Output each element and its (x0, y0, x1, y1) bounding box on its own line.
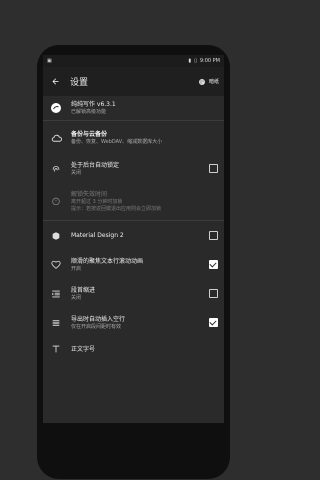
settings-item-title: 顺滑的聚焦文本行滚动动画 (71, 257, 144, 265)
material-icon (49, 229, 63, 243)
status-time: 9:00 PM (199, 58, 220, 64)
palette-icon (198, 78, 205, 85)
phone-bottom-bezel (58, 438, 209, 468)
settings-item-hint: 提示：若按返回键退出应用则会立即加锁 (71, 205, 162, 212)
settings-item-version[interactable]: 纯纯写作 v6.3.1 已解锁高级功能 (43, 96, 224, 120)
settings-item-subtitle: 已解锁高级功能 (71, 109, 107, 115)
settings-item-title: 纯纯写作 v6.3.1 (71, 101, 116, 108)
list-icon (49, 316, 63, 330)
page-title: 设置 (70, 78, 89, 88)
settings-item-export-blank-lines[interactable]: 导出时自动插入空行 仅在开启段间距时有效 (43, 308, 224, 337)
settings-item-material-design[interactable]: Material Design 2 (43, 221, 224, 250)
indent-icon (49, 287, 63, 301)
theme-label: 暗纸 (208, 79, 219, 85)
timer-icon (49, 194, 63, 208)
signal-icon: ▮ (188, 58, 192, 64)
settings-item-auto-lock[interactable]: 处于后台自动锁定 关闭 (43, 155, 224, 182)
heart-icon (49, 258, 63, 272)
settings-item-subtitle: 关闭 (71, 294, 82, 301)
battery-icon: ▯ (194, 58, 197, 64)
image-icon: ▣ (47, 58, 52, 64)
status-bar: ▣ ▮ ▯ 9:00 PM (43, 55, 224, 67)
settings-item-font-size[interactable]: 正文字号 (43, 337, 224, 361)
settings-item-title: 导出时自动插入空行 (71, 315, 126, 323)
settings-item-title: 备份与云备份 (71, 131, 108, 138)
text-size-icon (49, 342, 63, 356)
app-screen: ▣ ▮ ▯ 9:00 PM 设置 暗纸 纯纯写作 v6.3.1 已解锁高级功能 (43, 55, 224, 423)
theme-toggle[interactable]: 暗纸 (198, 78, 219, 86)
settings-item-subtitle: 备份、恢复、WebDAV、缩减数据库大小 (71, 139, 163, 145)
settings-item-backup[interactable]: 备份与云备份 备份、恢复、WebDAV、缩减数据库大小 (43, 121, 224, 155)
settings-item-indent[interactable]: 段首缩进 关闭 (43, 279, 224, 308)
settings-item-title: 处于后台自动锁定 (71, 161, 120, 169)
settings-item-subtitle: 仅在开启段间距时有效 (71, 323, 122, 330)
material-design-checkbox[interactable] (209, 231, 218, 240)
settings-item-title: 段首缩进 (71, 286, 96, 294)
smooth-scroll-checkbox[interactable] (209, 260, 218, 269)
app-logo-icon (49, 101, 63, 115)
settings-item-subtitle: 离开超过 3 分钟时加锁 (71, 198, 123, 205)
settings-item-title: 解锁失效时间 (71, 190, 108, 198)
settings-item-smooth-scroll[interactable]: 顺滑的聚焦文本行滚动动画 开启 (43, 250, 224, 279)
app-bar: 设置 暗纸 (43, 67, 224, 96)
settings-item-title: 正文字号 (71, 345, 96, 353)
indent-checkbox[interactable] (209, 289, 218, 298)
settings-item-subtitle: 开启 (71, 265, 82, 272)
fingerprint-icon (49, 162, 63, 176)
export-blank-lines-checkbox[interactable] (209, 318, 218, 327)
cloud-icon (49, 131, 63, 145)
settings-item-subtitle: 关闭 (71, 169, 82, 176)
settings-item-title: Material Design 2 (71, 232, 124, 239)
settings-list: 纯纯写作 v6.3.1 已解锁高级功能 备份与云备份 备份、恢复、WebDAV、… (43, 96, 224, 361)
auto-lock-checkbox[interactable] (209, 164, 218, 173)
settings-item-lock-timeout: 解锁失效时间 离开超过 3 分钟时加锁 提示：若按返回键退出应用则会立即加锁 (43, 182, 224, 220)
back-arrow-icon[interactable] (48, 75, 62, 89)
